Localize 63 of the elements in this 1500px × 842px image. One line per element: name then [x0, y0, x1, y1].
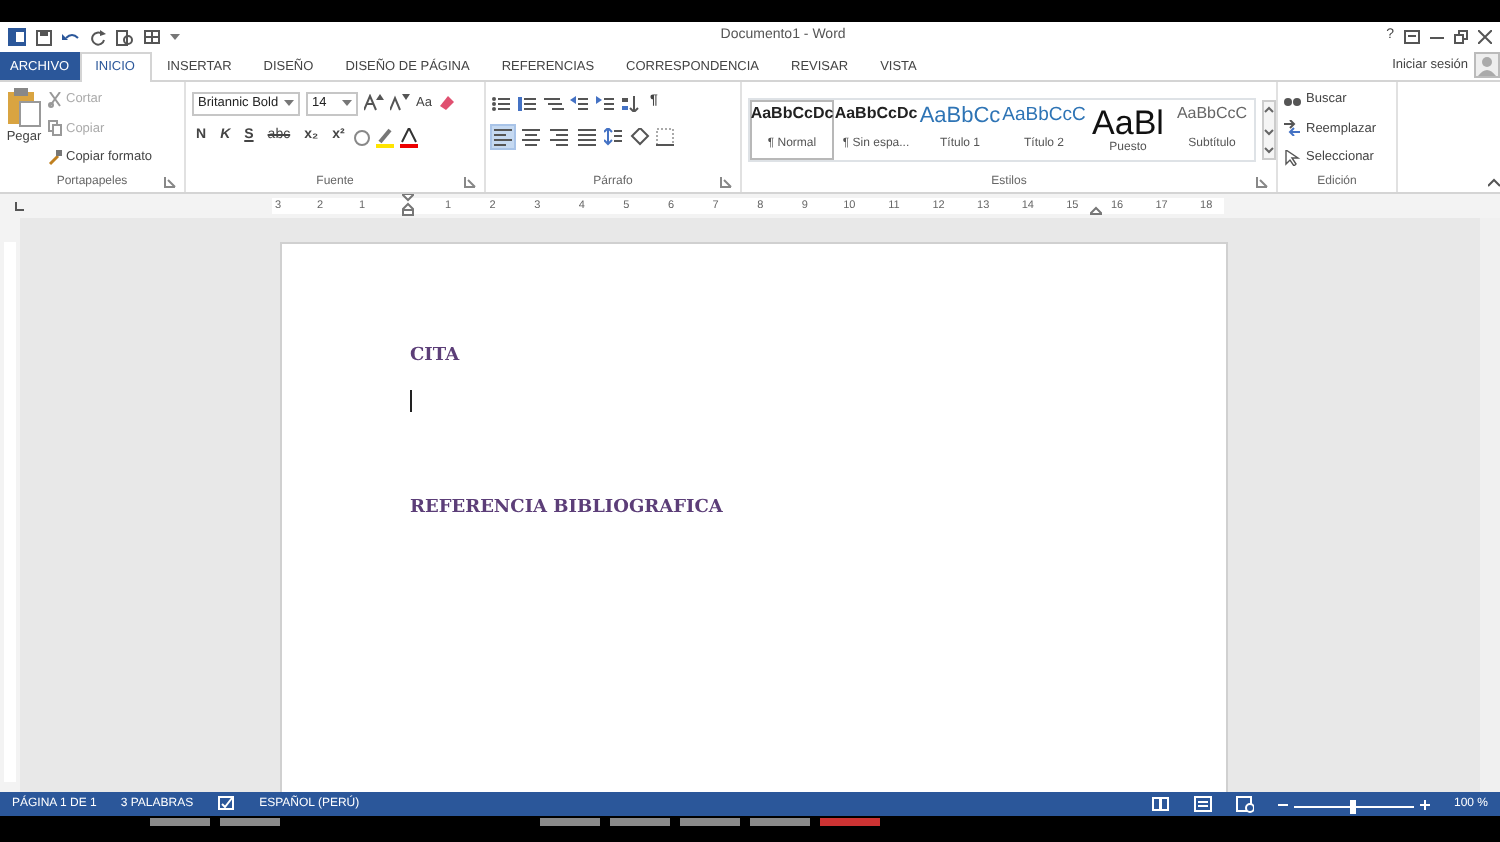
dialog-launcher-icon[interactable] — [164, 176, 176, 188]
align-left-button[interactable] — [492, 126, 514, 148]
paintbrush-icon[interactable] — [48, 149, 62, 166]
slider-thumb[interactable] — [1350, 799, 1357, 813]
dialog-launcher-icon[interactable] — [1256, 176, 1268, 188]
taskbar-thumbnail[interactable] — [220, 818, 280, 826]
increase-indent-icon[interactable] — [596, 95, 616, 111]
taskbar-thumbnail[interactable] — [750, 818, 810, 826]
table-icon[interactable] — [144, 29, 160, 45]
clipboard-icon[interactable] — [6, 86, 42, 128]
highlighter-icon[interactable] — [376, 127, 395, 147]
read-mode-icon[interactable] — [1151, 796, 1170, 812]
document-heading: REFERENCIA BIBLIOGRAFICA — [410, 495, 723, 521]
numbered-list-icon[interactable] — [518, 95, 538, 111]
align-center-icon — [522, 128, 540, 146]
bullet-list-icon[interactable] — [492, 95, 512, 111]
taskbar-thumbnail[interactable] — [540, 818, 600, 826]
dropdown-arrow-icon[interactable] — [170, 32, 180, 42]
decrease-indent-icon[interactable] — [570, 95, 590, 111]
align-left-icon — [494, 128, 512, 146]
align-right-icon — [550, 128, 568, 146]
dialog-launcher-icon[interactable] — [720, 176, 732, 188]
save-icon[interactable] — [36, 29, 52, 45]
print-preview-icon[interactable] — [116, 29, 134, 45]
dialog-launcher-icon[interactable] — [464, 176, 476, 188]
taskbar-thumbnail[interactable] — [610, 818, 670, 826]
grow-font-icon[interactable] — [364, 94, 384, 112]
gallery-scroll-icon[interactable] — [1262, 99, 1276, 159]
align-justify-icon — [578, 128, 596, 146]
restore-icon[interactable] — [1454, 30, 1468, 44]
taskbar-thumbnail[interactable] — [680, 818, 740, 826]
taskbar-thumbnail[interactable] — [150, 818, 210, 826]
indent-marker-icon[interactable] — [402, 194, 414, 216]
document-heading: CITA — [410, 344, 460, 370]
proofing-icon[interactable] — [217, 796, 236, 812]
cursor-icon — [1284, 149, 1302, 166]
ribbon-display-icon[interactable] — [1404, 30, 1420, 44]
borders-icon[interactable] — [656, 128, 674, 146]
font-color-icon[interactable] — [400, 127, 419, 147]
redo-icon[interactable] — [90, 29, 106, 45]
zoom-slider[interactable] — [1293, 797, 1414, 811]
tab-stop-icon[interactable] — [12, 199, 26, 213]
dropdown-arrow-icon — [284, 98, 294, 108]
multilevel-list-icon[interactable] — [544, 95, 564, 111]
web-layout-icon[interactable] — [1235, 795, 1254, 813]
close-icon[interactable] — [1478, 30, 1492, 44]
taskbar-thumbnail[interactable] — [820, 818, 880, 826]
align-right-button[interactable] — [548, 126, 570, 148]
vertical-scrollbar[interactable] — [1480, 218, 1500, 792]
dropdown-arrow-icon — [342, 98, 352, 108]
align-justify-button[interactable] — [576, 126, 598, 148]
line-spacing-icon[interactable] — [604, 128, 624, 146]
binoculars-icon — [1284, 92, 1302, 109]
sort-icon[interactable] — [622, 95, 640, 111]
zoom-out-icon[interactable] — [1277, 799, 1288, 809]
collapse-ribbon-icon[interactable] — [1488, 178, 1500, 189]
align-center-button[interactable] — [520, 126, 542, 148]
print-layout-icon[interactable] — [1193, 796, 1212, 812]
replace-icon — [1284, 120, 1302, 137]
zoom-in-icon[interactable] — [1419, 799, 1430, 809]
shrink-font-icon[interactable] — [390, 94, 410, 112]
undo-icon[interactable] — [62, 29, 80, 45]
eraser-icon[interactable] — [437, 94, 456, 112]
